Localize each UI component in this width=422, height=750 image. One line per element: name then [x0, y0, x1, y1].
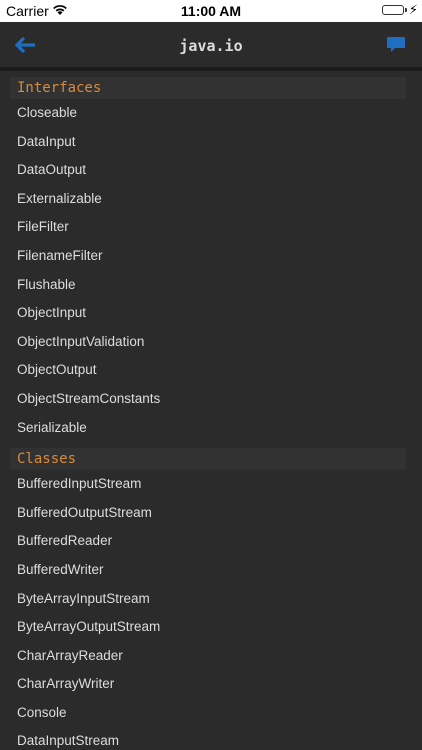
list-item[interactable]: Externalizable — [0, 185, 422, 214]
list-item[interactable]: BufferedOutputStream — [0, 499, 422, 528]
list-item[interactable]: BufferedReader — [0, 527, 422, 556]
list-item[interactable]: ByteArrayInputStream — [0, 585, 422, 614]
list-item[interactable]: DataInput — [0, 128, 422, 157]
clock: 11:00 AM — [180, 3, 242, 19]
list-item[interactable]: FilenameFilter — [0, 242, 422, 271]
list-item[interactable]: BufferedWriter — [0, 556, 422, 585]
list-item[interactable]: ObjectInput — [0, 299, 422, 328]
list-item[interactable]: Closeable — [0, 99, 422, 128]
page-title: java.io — [179, 37, 243, 55]
list-item[interactable]: ObjectOutput — [0, 356, 422, 385]
list-item[interactable]: ByteArrayOutputStream — [0, 613, 422, 642]
list-item[interactable]: Console — [0, 699, 422, 728]
list-item[interactable]: ObjectInputValidation — [0, 328, 422, 357]
battery-tip — [405, 8, 407, 12]
charging-icon: ⚡ — [408, 2, 418, 17]
list-item[interactable]: Serializable — [0, 414, 422, 443]
status-bar: Carrier 11:00 AM ⚡ — [0, 0, 422, 22]
list-item[interactable]: Flushable — [0, 271, 422, 300]
list-item[interactable]: CharArrayReader — [0, 642, 422, 671]
section-header-classes: Classes — [10, 448, 406, 471]
section-header-interfaces: Interfaces — [10, 77, 406, 99]
list-item[interactable]: ObjectStreamConstants — [0, 385, 422, 414]
list-item[interactable]: BufferedInputStream — [0, 470, 422, 499]
package-contents-list: Interfaces Closeable DataInput DataOutpu… — [0, 71, 422, 750]
list-item[interactable]: DataInputStream — [0, 727, 422, 750]
list-item[interactable]: CharArrayWriter — [0, 670, 422, 699]
chat-bubble-icon[interactable] — [386, 36, 406, 54]
list-item[interactable]: DataOutput — [0, 156, 422, 185]
navigation-bar: java.io — [0, 22, 422, 71]
list-item[interactable]: FileFilter — [0, 213, 422, 242]
battery-icon — [382, 5, 404, 15]
